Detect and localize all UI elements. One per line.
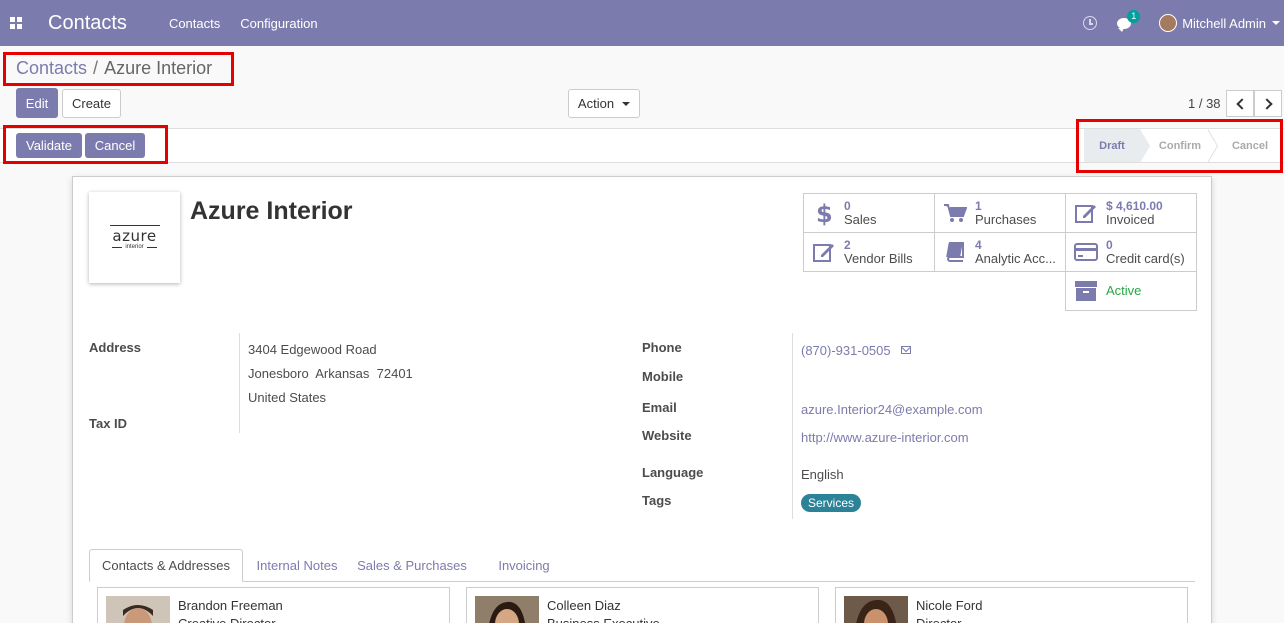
caret-down-icon: [622, 101, 631, 106]
menu-configuration[interactable]: Configuration: [240, 16, 317, 31]
edit-icon: [1074, 201, 1098, 225]
street-value: 3404 Edgewood Road: [248, 342, 377, 357]
smart-button-invoiced[interactable]: $ 4,610.00 Invoiced: [1065, 193, 1197, 233]
smart-button-sales[interactable]: $ 0 Sales: [803, 193, 935, 233]
action-dropdown[interactable]: Action: [568, 89, 640, 118]
cart-icon: [943, 201, 967, 225]
action-label: Action: [577, 96, 615, 111]
validate-button[interactable]: Validate: [16, 133, 82, 158]
mobile-label: Mobile: [642, 369, 684, 384]
contact-card[interactable]: Colleen Diaz Business Executive: [466, 587, 819, 623]
breadcrumb-parent[interactable]: Contacts: [16, 58, 87, 78]
language-label: Language: [642, 465, 704, 480]
phone-value[interactable]: (870)-931-0505: [801, 343, 911, 358]
chat-count-badge: 1: [1127, 9, 1141, 23]
city-line-value: Jonesboro Arkansas 72401: [248, 366, 413, 381]
tab-sales-purchases[interactable]: Sales & Purchases: [351, 549, 473, 582]
tag-badge[interactable]: Services: [801, 494, 862, 512]
partner-name: Azure Interior: [190, 197, 353, 225]
svg-text:$: $: [816, 200, 833, 226]
breadcrumb-current: Azure Interior: [104, 58, 213, 78]
website-link[interactable]: http://www.azure-interior.com: [801, 430, 969, 445]
notebook-tabs: Contacts & Addresses Internal Notes Sale…: [89, 549, 1195, 582]
pager-value[interactable]: 1 / 38: [1188, 96, 1221, 111]
top-navbar: Contacts Contacts Configuration 1 Mitche…: [0, 0, 1284, 46]
status-bar: Validate Cancel Draft Confirm Cancel: [0, 128, 1284, 163]
address-label: Address: [89, 340, 142, 355]
stage-draft[interactable]: Draft: [1084, 129, 1140, 162]
menu-contacts[interactable]: Contacts: [169, 16, 220, 31]
edit-button[interactable]: Edit: [16, 88, 58, 118]
dollar-icon: $: [812, 200, 836, 226]
stage-confirm[interactable]: Confirm: [1152, 129, 1208, 162]
contact-role: Director: [916, 616, 962, 623]
create-button[interactable]: Create: [62, 89, 121, 118]
edit-icon: [812, 240, 836, 264]
smart-button-analytic[interactable]: 4 Analytic Acc...: [934, 232, 1066, 272]
contact-card[interactable]: Nicole Ford Director: [835, 587, 1188, 623]
contact-name: Brandon Freeman: [178, 598, 283, 613]
logo-line: [109, 225, 160, 226]
form-sheet: azure interior Azure Interior $ 0 Sales 1…: [72, 176, 1212, 623]
email-value[interactable]: azure.Interior24@example.com: [801, 402, 983, 417]
contact-name: Nicole Ford: [916, 598, 983, 613]
smart-button-purchases[interactable]: 1 Purchases: [934, 193, 1066, 233]
stage-arrow-inner: [1207, 129, 1217, 163]
archive-icon: [1074, 279, 1098, 303]
app-title: Contacts: [48, 11, 127, 34]
breadcrumb: Contacts / Azure Interior: [16, 58, 212, 79]
credit-card-icon: [1074, 240, 1098, 264]
phone-label: Phone: [642, 340, 682, 355]
email-label: Email: [642, 400, 677, 415]
field-divider: [239, 333, 240, 433]
user-name[interactable]: Mitchell Admin: [1182, 16, 1266, 31]
website-label: Website: [642, 428, 692, 443]
chevron-right-icon: [1260, 97, 1273, 110]
chevron-left-icon: [1235, 97, 1248, 110]
pager-next-button[interactable]: [1254, 90, 1282, 117]
smart-button-vendor-bills[interactable]: 2 Vendor Bills: [803, 232, 935, 272]
breadcrumb-separator: /: [93, 58, 99, 78]
partner-logo[interactable]: azure interior: [89, 192, 180, 283]
smart-button-active[interactable]: Active: [1065, 271, 1197, 311]
field-divider: [792, 333, 793, 519]
contact-card[interactable]: Brandon Freeman Creative Director: [97, 587, 450, 623]
stage-arrow: [1140, 129, 1150, 163]
sms-envelope-icon[interactable]: [900, 346, 911, 354]
contact-avatar: [106, 596, 170, 623]
contact-role: Creative Director: [178, 616, 276, 623]
language-value: English: [801, 467, 844, 482]
chevron-down-icon[interactable]: [1272, 21, 1280, 25]
contact-avatar: [475, 596, 539, 623]
contact-avatar: [844, 596, 908, 623]
tax-id-label: Tax ID: [89, 416, 128, 431]
tags-label: Tags: [642, 493, 672, 508]
book-icon: [943, 240, 967, 264]
tab-internal-notes[interactable]: Internal Notes: [247, 549, 347, 582]
tab-contacts-addresses[interactable]: Contacts & Addresses: [89, 549, 243, 582]
contact-name: Colleen Diaz: [547, 598, 621, 613]
logo-text: azure: [112, 227, 157, 245]
logo-subtext: interior: [112, 244, 157, 250]
smart-button-credit-cards[interactable]: 0 Credit card(s): [1065, 232, 1197, 272]
activity-clock-icon[interactable]: [1083, 16, 1098, 30]
tab-invoicing[interactable]: Invoicing: [487, 549, 561, 582]
country-value: United States: [248, 390, 327, 405]
cancel-button[interactable]: Cancel: [85, 133, 145, 158]
messaging-menu[interactable]: 1: [1117, 9, 1141, 32]
user-avatar[interactable]: [1159, 14, 1178, 32]
contact-role: Business Executive: [547, 616, 660, 623]
apps-menu-icon[interactable]: [0, 0, 32, 46]
pager-previous-button[interactable]: [1226, 90, 1254, 117]
stage-cancel[interactable]: Cancel: [1222, 129, 1278, 162]
